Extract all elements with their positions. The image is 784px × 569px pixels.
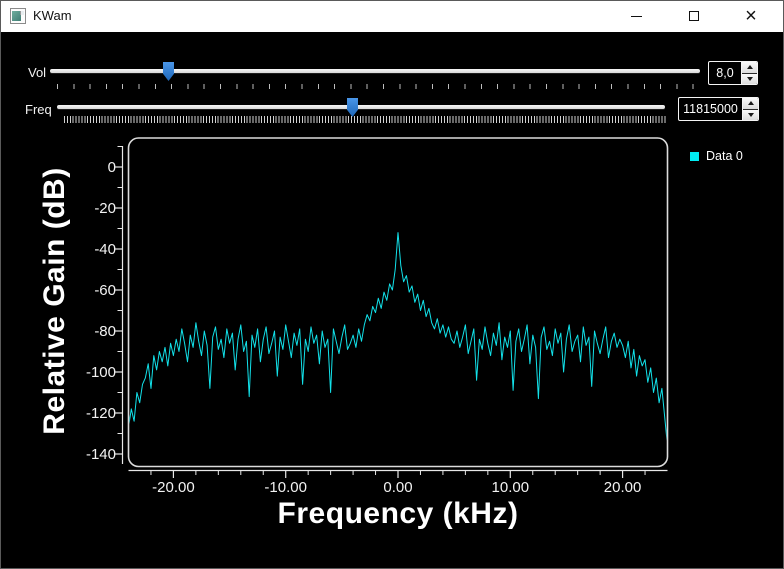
svg-text:-80: -80 [94, 323, 116, 340]
svg-text:20.00: 20.00 [604, 479, 642, 496]
legend-swatch-data0 [690, 152, 699, 161]
plot-canvas [129, 138, 668, 467]
svg-text:-20.00: -20.00 [152, 479, 195, 496]
svg-text:10.00: 10.00 [492, 479, 530, 496]
svg-text:-40: -40 [94, 241, 116, 258]
svg-text:-60: -60 [94, 282, 116, 299]
svg-text:-20: -20 [94, 200, 116, 217]
svg-text:-100: -100 [86, 364, 116, 381]
svg-text:-10.00: -10.00 [264, 479, 307, 496]
spectrum-plot: 0 -20 -40 -60 -80 -100 -120 -140 -20.00 -10.00 0.0… [0, 0, 784, 569]
svg-text:-120: -120 [86, 405, 116, 422]
plot-legend: Data 0 [690, 149, 743, 163]
svg-text:0: 0 [108, 159, 116, 176]
svg-text:-140: -140 [86, 446, 116, 463]
x-axis-title: Frequency (kHz) [278, 497, 519, 531]
y-axis-title: Relative Gain (dB) [38, 167, 72, 434]
legend-label-data0: Data 0 [706, 149, 743, 163]
svg-text:0.00: 0.00 [383, 479, 412, 496]
